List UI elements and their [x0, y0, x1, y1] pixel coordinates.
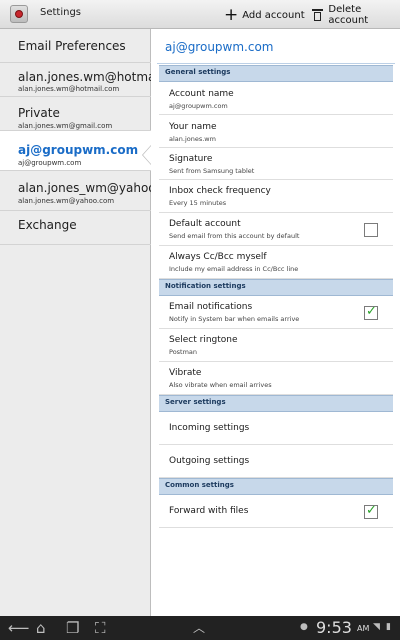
- sidebar-item-label: alan.jones_wm@yahoo.com: [18, 181, 151, 195]
- setting-default-account[interactable]: Default account Send email from this acc…: [159, 213, 393, 246]
- section-label: Notification settings: [165, 282, 246, 290]
- sidebar-item-sublabel: alan.jones.wm@hotmail.com: [18, 85, 120, 93]
- sidebar-item-sublabel: alan.jones.wm@gmail.com: [18, 122, 113, 130]
- section-general-settings: General settings: [159, 65, 393, 82]
- section-label: General settings: [165, 68, 231, 76]
- setting-title: Your name: [169, 122, 217, 132]
- setting-title: Outgoing settings: [169, 456, 250, 466]
- email-app-icon[interactable]: [10, 5, 28, 23]
- home-icon[interactable]: ⌂: [36, 620, 46, 636]
- sidebar-item-sublabel: alan.jones.wm@yahoo.com: [18, 197, 115, 205]
- section-common-settings: Common settings: [159, 478, 393, 495]
- setting-summary: Also vibrate when email arrives: [169, 381, 272, 389]
- sidebar-item-exchange[interactable]: Exchange: [0, 211, 151, 245]
- sidebar-item-email-preferences[interactable]: Email Preferences: [0, 29, 151, 63]
- setting-title: Forward with files: [169, 506, 249, 516]
- clock-ampm: AM: [357, 624, 370, 633]
- setting-title: Select ringtone: [169, 335, 238, 345]
- setting-your-name[interactable]: Your name alan.jones.wm: [159, 115, 393, 148]
- sidebar-item-yahoo-account[interactable]: alan.jones_wm@yahoo.com alan.jones.wm@ya…: [0, 171, 151, 211]
- system-navigation-bar: ⟵ ⌂ ❐ ⛶ ︿ ● 9:53 AM ◥ ▮: [0, 616, 400, 640]
- accounts-panel: Email Preferences alan.jones.wm@hotmail.…: [0, 29, 151, 616]
- setting-title: Email notifications: [169, 302, 253, 312]
- back-icon[interactable]: ⟵: [8, 620, 30, 636]
- recent-apps-icon[interactable]: ❐: [66, 620, 79, 636]
- setting-incoming[interactable]: Incoming settings: [159, 412, 393, 445]
- account-settings-panel: aj@groupwm.com General settings Account …: [151, 29, 400, 616]
- plus-icon: +: [224, 4, 239, 25]
- setting-title: Account name: [169, 89, 234, 99]
- setting-summary: aj@groupwm.com: [169, 102, 228, 110]
- up-arrow-icon[interactable]: ︿: [193, 619, 205, 636]
- setting-signature[interactable]: Signature Sent from Samsung tablet: [159, 148, 393, 180]
- android-icon: ●: [300, 622, 308, 632]
- sidebar-item-sublabel: aj@groupwm.com: [18, 159, 82, 167]
- delete-account-label: Delete account: [328, 4, 369, 26]
- setting-title: Default account: [169, 219, 241, 229]
- setting-title: Vibrate: [169, 368, 202, 378]
- setting-title: Signature: [169, 154, 213, 164]
- setting-summary: Send email from this account by default: [169, 232, 300, 240]
- setting-account-name[interactable]: Account name aj@groupwm.com: [159, 82, 393, 115]
- page-title: Settings: [40, 7, 82, 18]
- email-notifications-checkbox[interactable]: [364, 304, 378, 320]
- delete-account-button[interactable]: Delete account: [312, 4, 400, 26]
- sidebar-item-label: aj@groupwm.com: [18, 143, 139, 157]
- section-server-settings: Server settings: [159, 395, 393, 412]
- sidebar-item-label: Email Preferences: [18, 39, 126, 53]
- sidebar-item-groupwm-account[interactable]: aj@groupwm.com aj@groupwm.com: [0, 131, 151, 171]
- section-label: Server settings: [165, 398, 226, 406]
- battery-icon: ▮: [386, 622, 391, 632]
- setting-summary: alan.jones.wm: [169, 135, 216, 143]
- setting-summary: Sent from Samsung tablet: [169, 167, 255, 175]
- sidebar-item-label: Exchange: [18, 218, 77, 232]
- setting-email-notifications[interactable]: Email notifications Notify in System bar…: [159, 296, 393, 329]
- setting-title: Inbox check frequency: [169, 186, 271, 196]
- wifi-icon: ◥: [373, 622, 380, 632]
- screenshot-icon[interactable]: ⛶: [95, 620, 106, 636]
- setting-title: Incoming settings: [169, 423, 250, 433]
- account-title: aj@groupwm.com: [165, 40, 274, 54]
- trash-icon: [312, 8, 324, 22]
- sidebar-item-private-account[interactable]: Private alan.jones.wm@gmail.com: [0, 97, 151, 131]
- sidebar-item-label: Private: [18, 106, 60, 120]
- setting-always-cc-bcc[interactable]: Always Cc/Bcc myself Include my email ad…: [159, 246, 393, 279]
- default-account-checkbox[interactable]: [364, 223, 378, 237]
- sidebar-item-hotmail-account[interactable]: alan.jones.wm@hotmail.com alan.jones.wm@…: [0, 63, 151, 97]
- add-account-button[interactable]: + Add account: [224, 6, 305, 24]
- setting-vibrate[interactable]: Vibrate Also vibrate when email arrives: [159, 362, 393, 395]
- setting-summary: Include my email address in Cc/Bcc line: [169, 265, 299, 273]
- sidebar-item-label: alan.jones.wm@hotmail.com: [18, 70, 151, 84]
- add-account-label: Add account: [242, 9, 305, 21]
- selection-pointer: [143, 146, 151, 164]
- clock-time: 9:53: [316, 618, 352, 637]
- setting-summary: Notify in System bar when emails arrive: [169, 315, 300, 323]
- setting-title: Always Cc/Bcc myself: [169, 252, 267, 262]
- section-label: Common settings: [165, 481, 234, 489]
- setting-summary: Postman: [169, 348, 198, 356]
- setting-inbox-check-frequency[interactable]: Inbox check frequency Every 15 minutes: [159, 180, 393, 213]
- setting-forward-with-files[interactable]: Forward with files: [159, 495, 393, 528]
- title-divider: [157, 63, 395, 64]
- section-notification-settings: Notification settings: [159, 279, 393, 296]
- setting-select-ringtone[interactable]: Select ringtone Postman: [159, 329, 393, 362]
- action-bar: Settings + Add account Delete account: [0, 0, 400, 29]
- setting-outgoing[interactable]: Outgoing settings: [159, 445, 393, 478]
- forward-with-files-checkbox[interactable]: [364, 503, 378, 519]
- setting-summary: Every 15 minutes: [169, 199, 227, 207]
